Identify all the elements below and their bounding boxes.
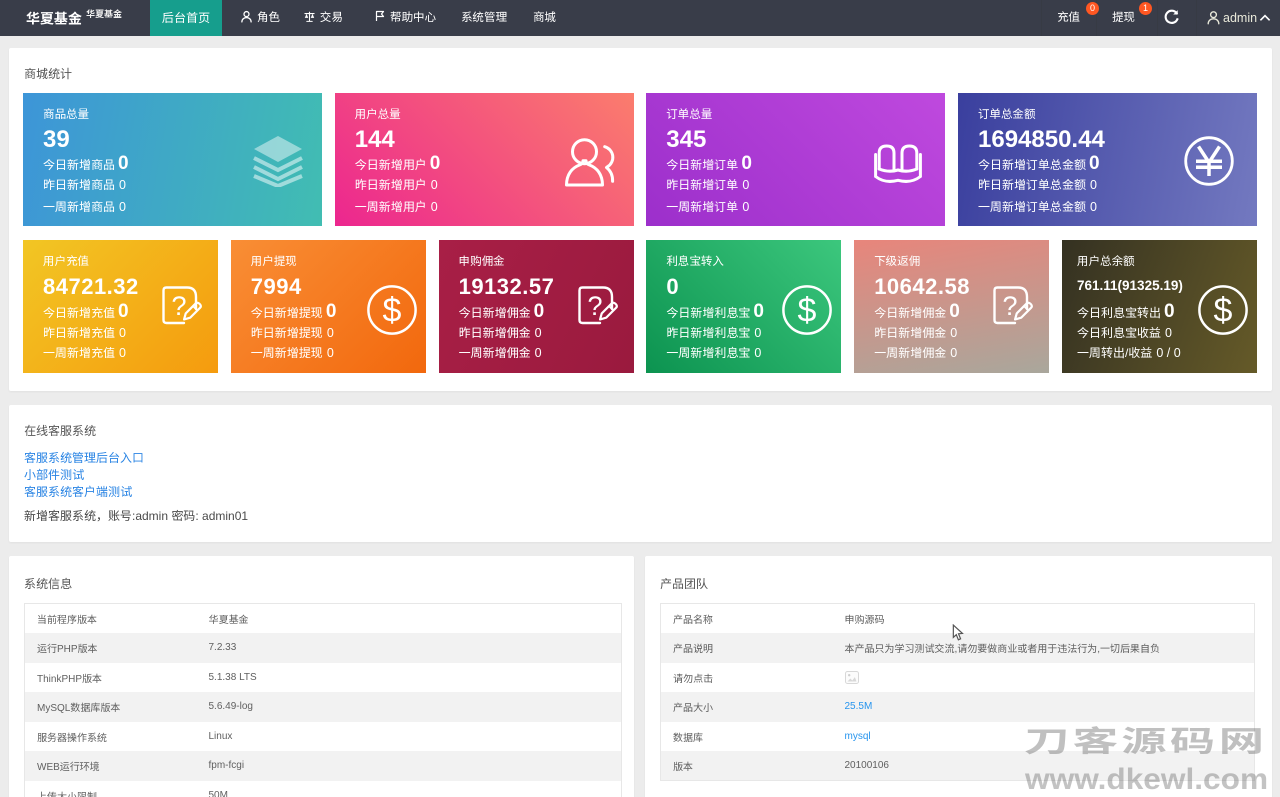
svg-text:$: $ bbox=[1214, 292, 1233, 330]
svg-text:$: $ bbox=[798, 292, 817, 330]
svg-text:$: $ bbox=[382, 292, 401, 330]
